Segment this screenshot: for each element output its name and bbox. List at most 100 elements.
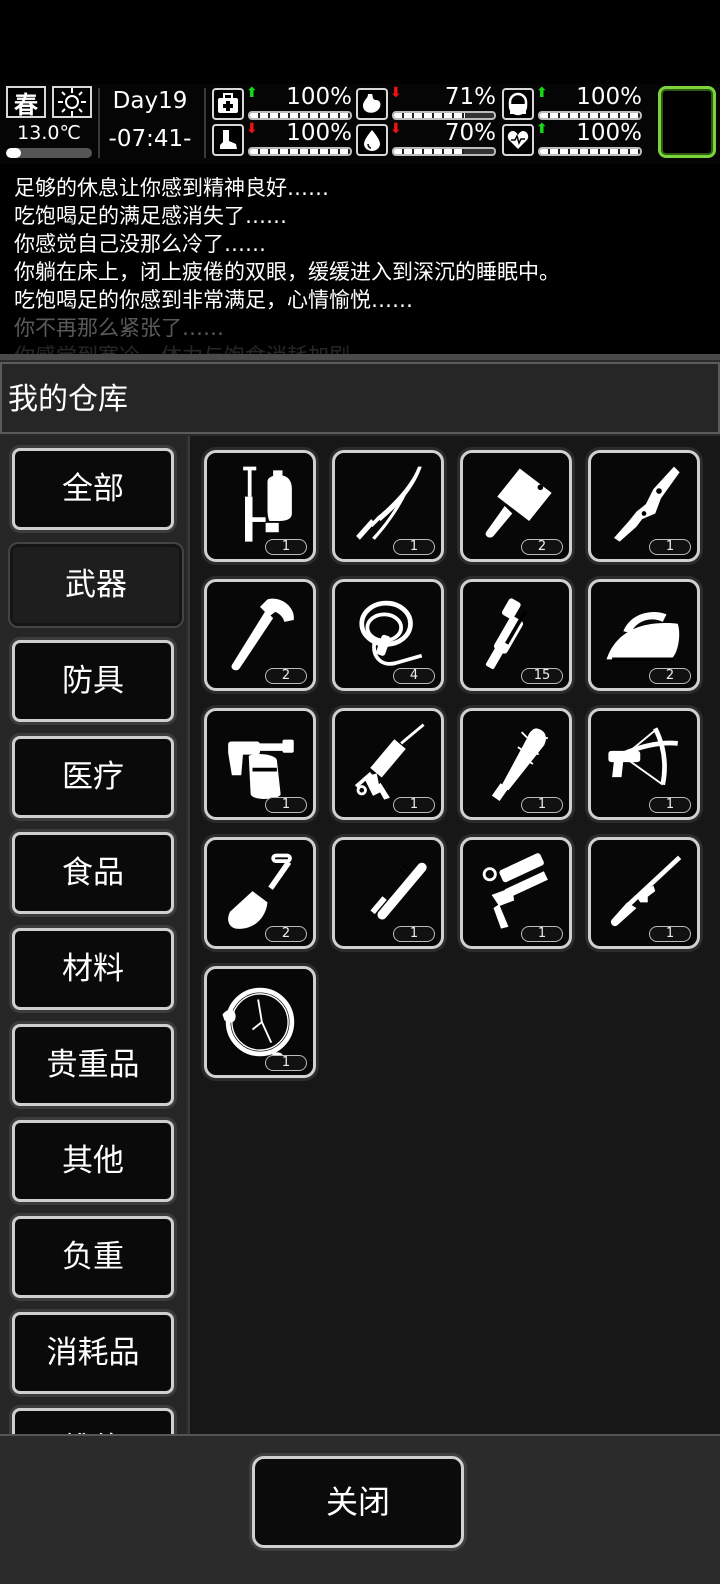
inventory-slot[interactable]: 1 — [460, 837, 572, 949]
inventory-slot[interactable]: 1 — [332, 450, 444, 562]
trend-down-icon: ⬇ — [246, 121, 258, 137]
log-line: 足够的休息让你感到精神良好…… — [14, 176, 329, 200]
stat-mood: ⬆ 100% — [502, 120, 642, 158]
category-tab[interactable]: 消耗品 — [12, 1312, 174, 1394]
caulking-gun-icon — [354, 723, 425, 800]
stomach-icon — [356, 88, 388, 120]
heart-icon — [502, 124, 534, 156]
whip-icon — [359, 600, 423, 666]
category-tab[interactable]: 防具 — [12, 640, 174, 722]
stat-value: 70% — [444, 120, 496, 146]
item-count: 1 — [265, 1055, 307, 1071]
baton-icon — [370, 862, 427, 920]
item-count: 1 — [521, 797, 563, 813]
item-count: 2 — [265, 668, 307, 684]
log-line: 吃饱喝足的满足感消失了…… — [14, 204, 287, 228]
message-log: 足够的休息让你感到精神良好…… 吃饱喝足的满足感消失了…… 你感觉自己没那么冷了……… — [0, 168, 720, 354]
item-count: 2 — [649, 668, 691, 684]
item-count: 1 — [521, 926, 563, 942]
inventory-slot[interactable]: 4 — [332, 579, 444, 691]
category-tab[interactable]: 食品 — [12, 832, 174, 914]
axe-icon — [231, 598, 294, 671]
close-button[interactable]: 关闭 — [252, 1456, 464, 1548]
inventory-slot[interactable]: 2 — [460, 450, 572, 562]
stat-bar — [248, 147, 352, 156]
spiked-bat-icon — [491, 728, 549, 801]
equipment-slot-button[interactable] — [658, 86, 716, 158]
trend-down-icon: ⬇ — [390, 121, 402, 137]
pipe-wrench-icon — [485, 598, 527, 670]
item-count: 4 — [393, 668, 435, 684]
inventory-slot[interactable]: 1 — [332, 708, 444, 820]
panel-title: 我的仓库 — [0, 362, 720, 434]
inventory-slot[interactable]: 1 — [332, 837, 444, 949]
category-tab[interactable]: 负重 — [12, 1216, 174, 1298]
inventory-slot[interactable]: 2 — [204, 837, 316, 949]
item-grid: 1 1 2 1 2 4 15 2 1 1 1 1 2 1 1 1 1 — [188, 436, 720, 1436]
boot-icon — [212, 124, 244, 156]
stat-bar — [538, 111, 642, 120]
stat-value: 100% — [576, 84, 642, 110]
log-line: 你感觉自己没那么冷了…… — [14, 232, 266, 256]
inventory-slot[interactable]: 1 — [204, 708, 316, 820]
category-tab[interactable]: 维修 — [12, 1408, 174, 1436]
panel-footer: 关闭 — [0, 1434, 720, 1584]
pan-lid-icon — [222, 987, 295, 1062]
item-count: 1 — [649, 797, 691, 813]
sun-icon — [52, 86, 92, 118]
inventory-slot[interactable]: 2 — [588, 579, 700, 691]
day-counter: Day19 — [112, 88, 188, 114]
crossbow-icon — [608, 727, 678, 786]
inventory-slot[interactable]: 1 — [204, 966, 316, 1078]
sprayer-icon — [243, 466, 292, 542]
stat-bar — [538, 147, 642, 156]
stat-bar — [248, 111, 352, 120]
category-sidebar: 全部武器防具医疗食品材料贵重品其他负重消耗品维修 — [0, 436, 186, 1436]
item-count: 2 — [521, 539, 563, 555]
inventory-slot[interactable]: 1 — [204, 450, 316, 562]
rifle-icon — [610, 855, 682, 927]
warehouse-panel: 我的仓库 全部武器防具医疗食品材料贵重品其他负重消耗品维修 1121241521… — [0, 360, 720, 1584]
temperature-bar — [6, 148, 92, 158]
stat-stamina: ⬇ 100% — [212, 120, 352, 158]
stat-value: 100% — [576, 120, 642, 146]
temperature-value: 13.0℃ — [17, 122, 81, 144]
status-bar: 春 13.0℃ Day19 -07:41- ⬆ 100% ⬇ 71% ⬆ 100% ⬇ 100… — [0, 84, 720, 164]
inventory-slot[interactable]: 15 — [460, 579, 572, 691]
stat-hunger: ⬇ 71% — [356, 84, 496, 122]
stat-health: ⬆ 100% — [212, 84, 352, 122]
stat-value: 100% — [286, 84, 352, 110]
stat-value: 71% — [444, 84, 496, 110]
trend-up-icon: ⬆ — [536, 85, 548, 101]
stat-thirst: ⬇ 70% — [356, 120, 496, 158]
iron-icon — [606, 611, 680, 662]
blowtorch-icon — [228, 739, 294, 799]
season-badge: 春 — [6, 86, 46, 119]
category-tab[interactable]: 材料 — [12, 928, 174, 1010]
item-count: 1 — [649, 926, 691, 942]
inventory-slot[interactable]: 1 — [588, 450, 700, 562]
trend-down-icon: ⬇ — [390, 85, 402, 101]
category-tab[interactable]: 贵重品 — [12, 1024, 174, 1106]
item-count: 1 — [265, 797, 307, 813]
item-count: 1 — [649, 539, 691, 555]
stat-medicine: ⬆ 100% — [502, 84, 642, 122]
inventory-slot[interactable]: 1 — [460, 708, 572, 820]
category-tab[interactable]: 医疗 — [12, 736, 174, 818]
item-count: 15 — [521, 668, 563, 684]
stat-bar — [392, 111, 496, 120]
category-tab[interactable]: 武器 — [10, 544, 182, 626]
category-tab[interactable]: 其他 — [12, 1120, 174, 1202]
inventory-slot[interactable]: 2 — [204, 579, 316, 691]
inventory-slot[interactable]: 1 — [588, 708, 700, 820]
log-line: 你躺在床上，闭上疲倦的双眼，缓缓进入到深沉的睡眠中。 — [14, 260, 560, 284]
item-count: 1 — [393, 539, 435, 555]
item-count: 1 — [393, 926, 435, 942]
category-tab[interactable]: 全部 — [12, 448, 174, 530]
game-clock: -07:41- — [108, 126, 192, 152]
trend-up-icon: ⬆ — [246, 85, 258, 101]
log-line: 你不再那么紧张了…… — [14, 316, 224, 340]
inventory-slot[interactable]: 1 — [588, 837, 700, 949]
log-line: 你感觉到寒冷，体力与饱食消耗加剧…… — [14, 342, 720, 354]
cleaver-icon — [485, 468, 552, 538]
